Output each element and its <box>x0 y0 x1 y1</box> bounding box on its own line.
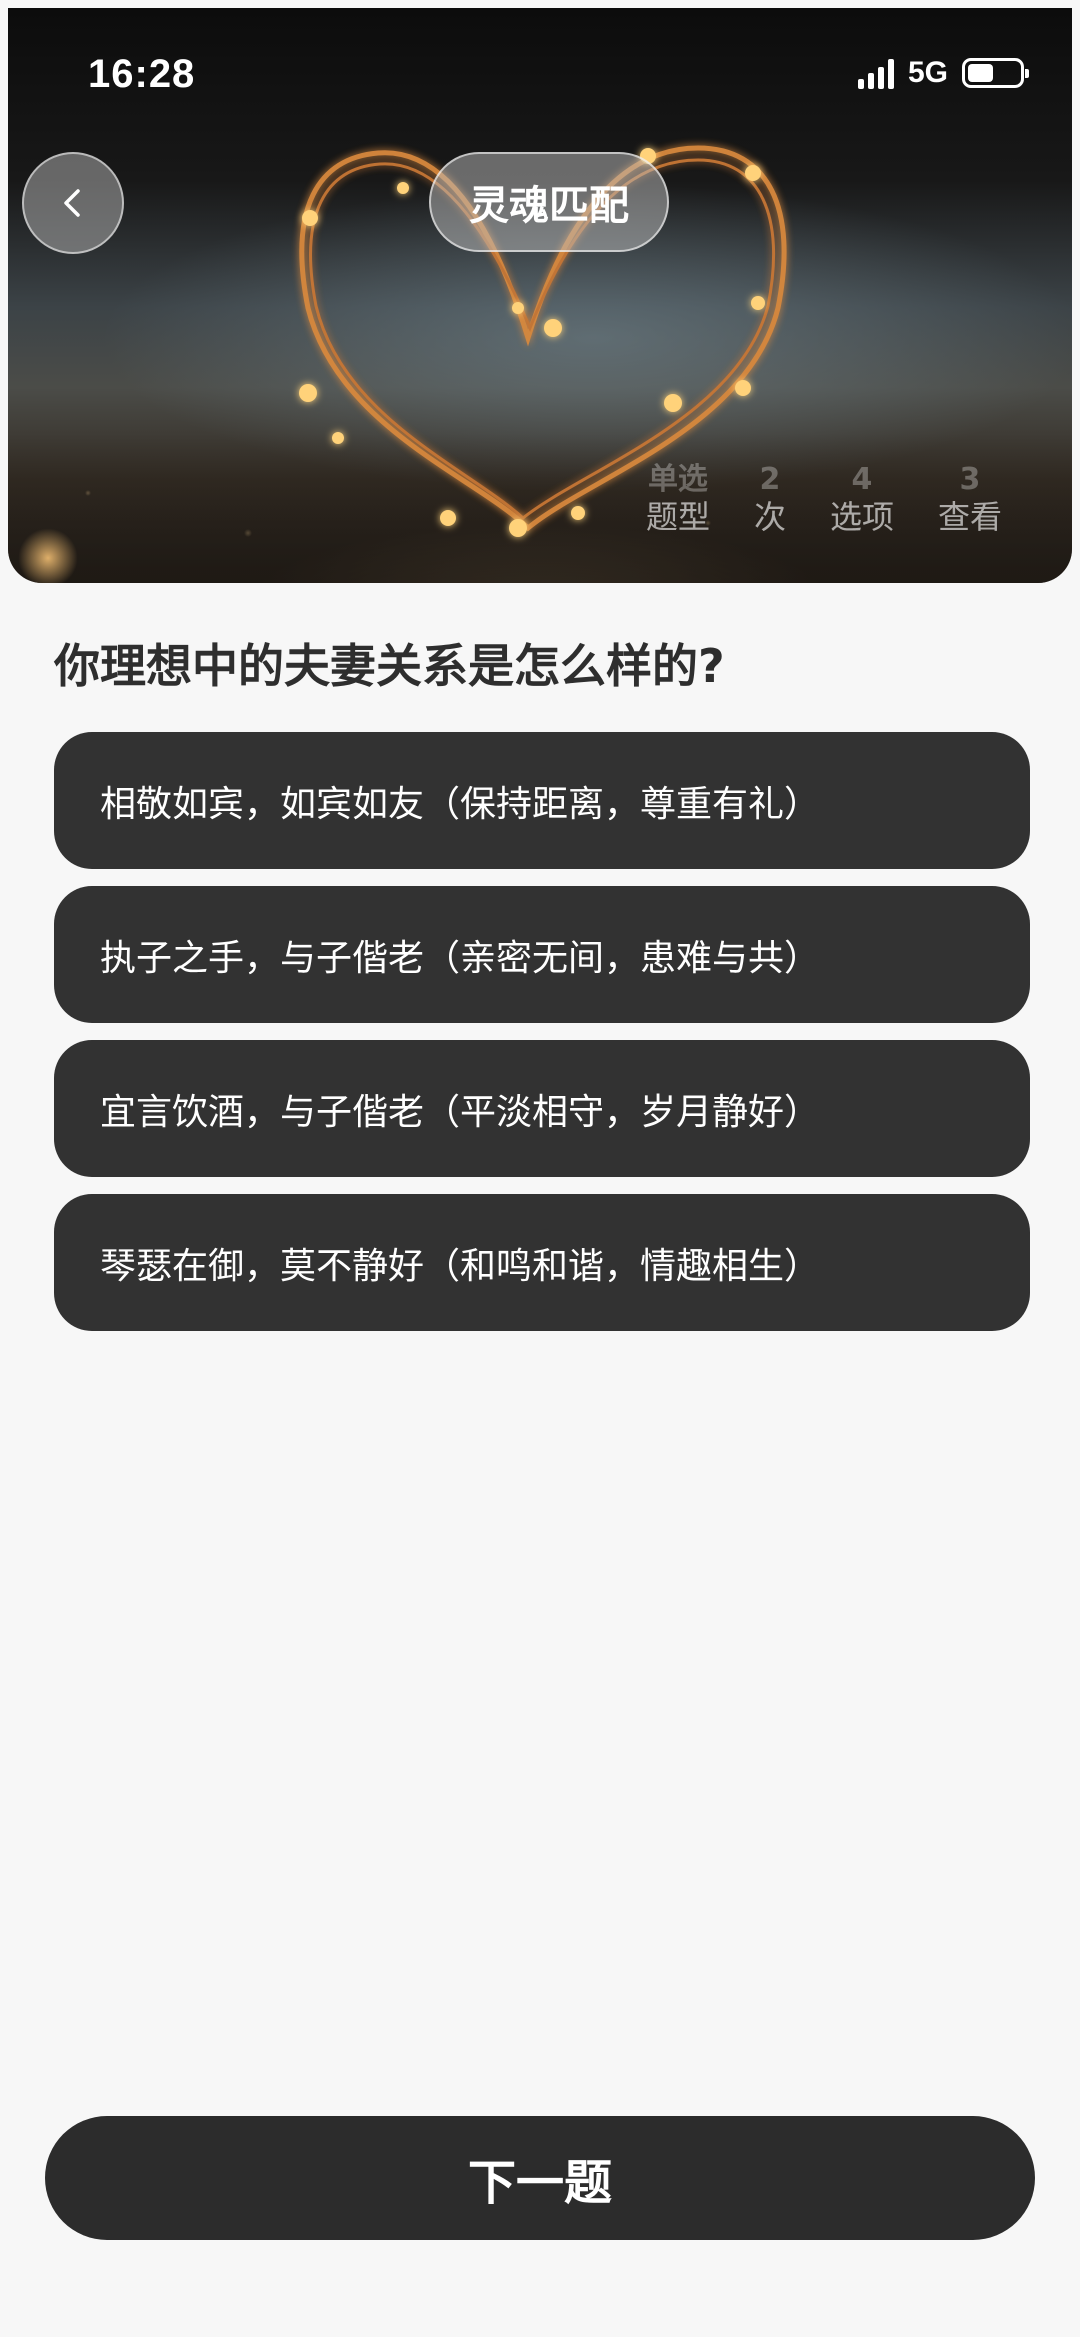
next-question-button[interactable]: 下一题 <box>45 2116 1035 2240</box>
status-time: 16:28 <box>88 52 196 96</box>
network-label: 5G <box>907 56 948 89</box>
answer-option-3[interactable]: 宜言饮酒，与子偕老（平淡相守，岁月静好） <box>54 1040 1030 1177</box>
answer-option-4[interactable]: 琴瑟在御，莫不静好（和鸣和谐，情趣相生） <box>54 1194 1030 1331</box>
stat-value: 3 <box>959 462 981 497</box>
battery-icon <box>962 58 1029 88</box>
stat-value: 2 <box>759 462 781 497</box>
stat-label: 题型 <box>645 498 710 536</box>
quiz-stats: 单选 题型 2 次 4 选项 3 查看 <box>602 463 1002 537</box>
status-indicators: 5G <box>857 56 1029 90</box>
answer-option-1[interactable]: 相敬如宾，如宾如友（保持距离，尊重有礼） <box>54 732 1030 869</box>
page-title: 灵魂匹配 <box>429 152 669 252</box>
battery-level <box>968 64 993 82</box>
screen: 16:28 5G 灵魂匹配 单选 题型 2 次 4 选项 3 查看 你理想中的夫… <box>0 0 1080 2337</box>
stat-count: 2 次 <box>754 463 786 537</box>
hero-image: 16:28 5G 灵魂匹配 单选 题型 2 次 4 选项 3 查看 <box>8 8 1072 583</box>
stat-label: 选项 <box>829 498 894 536</box>
stat-type: 单选 题型 <box>646 463 710 537</box>
option-label: 相敬如宾，如宾如友（保持距离，尊重有礼） <box>100 783 821 825</box>
stat-options: 4 选项 <box>830 463 894 537</box>
option-label: 宜言饮酒，与子偕老（平淡相守，岁月静好） <box>100 1091 821 1133</box>
chevron-left-icon <box>64 189 80 217</box>
stat-label: 查看 <box>937 498 1002 536</box>
answer-options: 相敬如宾，如宾如友（保持距离，尊重有礼） 执子之手，与子偕老（亲密无间，患难与共… <box>54 732 1030 1348</box>
stat-value: 单选 <box>647 462 708 497</box>
question-text: 你理想中的夫妻关系是怎么样的? <box>54 639 725 693</box>
option-label: 琴瑟在御，莫不静好（和鸣和谐，情趣相生） <box>100 1245 821 1287</box>
answer-option-2[interactable]: 执子之手，与子偕老（亲密无间，患难与共） <box>54 886 1030 1023</box>
signal-icon <box>857 57 894 89</box>
stat-value: 4 <box>851 462 873 497</box>
stat-views: 3 查看 <box>938 463 1002 537</box>
option-label: 执子之手，与子偕老（亲密无间，患难与共） <box>100 937 821 979</box>
stat-label: 次 <box>753 498 786 536</box>
back-button[interactable] <box>22 152 124 254</box>
